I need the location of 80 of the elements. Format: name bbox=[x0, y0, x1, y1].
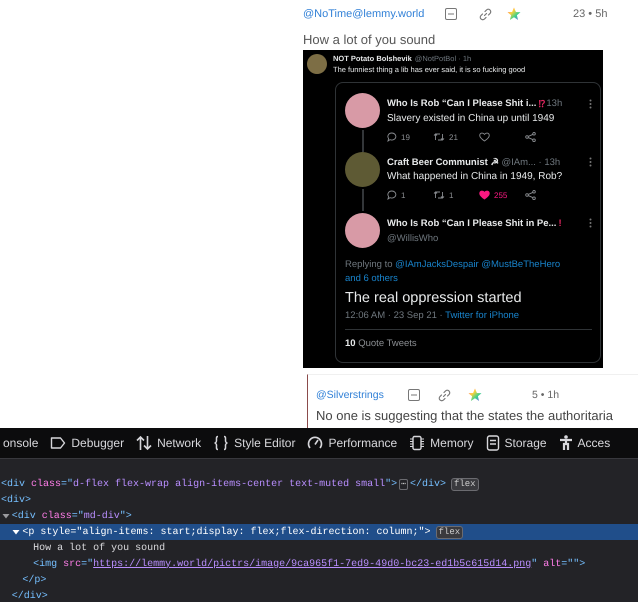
expand-icon[interactable] bbox=[2, 512, 10, 520]
comment-text: No one is suggesting that the states the authoritaria bbox=[316, 408, 614, 423]
retweet-count: 21 bbox=[449, 132, 458, 142]
score-time: 5 • 1h bbox=[532, 389, 560, 401]
more-icon[interactable] bbox=[589, 218, 592, 228]
devtools-tab[interactable]: Style Editor bbox=[207, 428, 302, 458]
others-link[interactable]: and 6 others bbox=[345, 272, 398, 286]
inspector-row[interactable]: How a lot of you sound bbox=[0, 540, 638, 556]
heart-icon[interactable] bbox=[479, 190, 490, 200]
star-icon[interactable] bbox=[468, 388, 482, 402]
inspector-row[interactable]: <div class="md-div"> bbox=[0, 508, 638, 524]
star-icon[interactable] bbox=[507, 7, 521, 21]
retweet-icon[interactable] bbox=[433, 132, 445, 142]
flex-badge[interactable]: flex bbox=[436, 526, 464, 538]
source-link[interactable]: Twitter for iPhone bbox=[445, 310, 520, 321]
tweet-author: Who Is Rob “Can I Please Shit i... bbox=[387, 98, 536, 109]
quote-tweets-count[interactable]: 10 Quote Tweets bbox=[345, 329, 592, 349]
tweet-meta: 13h bbox=[546, 98, 562, 109]
devtools-tab[interactable]: Performance bbox=[301, 428, 404, 458]
tweet-author: Who Is Rob “Can I Please Shit in Pe... bbox=[387, 218, 556, 228]
markup-text: <div class="d-flex flex-wrap align-items-center text-muted small"> ⋯ </div> bbox=[1, 478, 446, 490]
share-icon[interactable] bbox=[525, 132, 536, 142]
reply-count: 19 bbox=[401, 132, 410, 142]
more-icon[interactable] bbox=[589, 157, 592, 167]
reply-count: 1 bbox=[401, 190, 406, 200]
markup-text: <img src="https://lemmy.world/pictrs/image/9ca965f1-7ed9-49d0-bc23-ed1b5c615d14.png" alt=""> bbox=[33, 558, 586, 570]
debugger-icon bbox=[50, 436, 66, 450]
memory-icon bbox=[409, 435, 426, 451]
devtools-tab[interactable]: Debugger bbox=[44, 428, 130, 458]
comment-text: How a lot of you sound bbox=[303, 32, 436, 48]
flag-emoji: ! bbox=[558, 218, 562, 228]
braces-icon bbox=[213, 435, 230, 451]
markup-text: How a lot of you sound bbox=[33, 542, 166, 554]
flag-emoji: ⁉ bbox=[538, 98, 544, 110]
tweet-text: The real oppression started bbox=[345, 290, 523, 306]
markup-text: </div> bbox=[12, 590, 48, 602]
flex-badge[interactable]: flex bbox=[450, 478, 479, 490]
devtools-tab[interactable]: onsole bbox=[0, 428, 44, 458]
heart-icon[interactable] bbox=[479, 132, 490, 142]
reply-icon[interactable] bbox=[387, 190, 397, 200]
inspector-row[interactable]: </p> bbox=[0, 572, 638, 588]
devtools-tab[interactable]: Memory bbox=[403, 428, 480, 458]
markup-text: </p> bbox=[22, 574, 46, 586]
collapse-icon[interactable] bbox=[445, 8, 457, 20]
inspector-row[interactable]: <p style="align-items: start;display: flex;flex-direction: column;"> flex bbox=[0, 524, 638, 540]
score-time: 23 • 5h bbox=[573, 8, 608, 20]
tweet-text: What happened in China in 1949, Rob? bbox=[387, 171, 564, 182]
tweet-meta: @IAm... · 13h bbox=[501, 156, 560, 168]
link-icon[interactable] bbox=[479, 8, 492, 20]
reply-icon[interactable] bbox=[387, 132, 397, 142]
markup-text: <div> bbox=[1, 494, 32, 506]
inspector-row[interactable]: <div class="d-flex flex-wrap align-items-center text-muted small"> ⋯ </div> flex bbox=[0, 476, 638, 492]
author-link[interactable]: @Silverstrings bbox=[316, 389, 408, 401]
share-icon[interactable] bbox=[525, 190, 536, 200]
mention-links[interactable]: @IAmJacksDespair @MustBeTheHero bbox=[395, 259, 560, 270]
markup-text: <div class="md-div"> bbox=[12, 510, 132, 522]
tweet-text: Slavery existed in China up until 1949 bbox=[387, 113, 556, 124]
link-icon[interactable] bbox=[438, 388, 451, 402]
storage-icon bbox=[486, 435, 500, 451]
tweet-timestamp: 12:06 AM · 23 Sep 21 · bbox=[345, 310, 443, 321]
collapse-icon[interactable] bbox=[408, 389, 420, 401]
devtools-tab[interactable]: Acces bbox=[552, 428, 616, 458]
like-count: 255 bbox=[494, 190, 508, 200]
retweet-count: 1 bbox=[449, 190, 454, 200]
tweet-author: Craft Beer Communist ☭ bbox=[387, 156, 500, 168]
inspector-row[interactable]: <img src="https://lemmy.world/pictrs/image/9ca965f1-7ed9-49d0-bc23-ed1b5c615d14.png" alt=""> bbox=[0, 556, 638, 572]
network-icon bbox=[136, 435, 152, 451]
markup-text: <p style="align-items: start;display: flex;flex-direction: column;"> bbox=[22, 526, 431, 538]
more-icon[interactable] bbox=[589, 98, 592, 108]
author-link[interactable]: @NoTime@lemmy.world bbox=[303, 8, 445, 20]
inspector-row[interactable]: <div> bbox=[0, 492, 638, 508]
gauge-icon bbox=[307, 435, 324, 451]
tweet-handle: @WillisWho bbox=[387, 232, 440, 244]
expand-icon[interactable] bbox=[12, 528, 20, 536]
retweet-icon[interactable] bbox=[433, 190, 445, 200]
devtools-tab[interactable]: Network bbox=[130, 428, 208, 458]
inspector-row[interactable]: </div> bbox=[0, 588, 638, 602]
replying-label: Replying to bbox=[345, 259, 393, 270]
devtools-tab[interactable]: Storage bbox=[480, 428, 553, 458]
accessibility-icon bbox=[558, 435, 573, 451]
